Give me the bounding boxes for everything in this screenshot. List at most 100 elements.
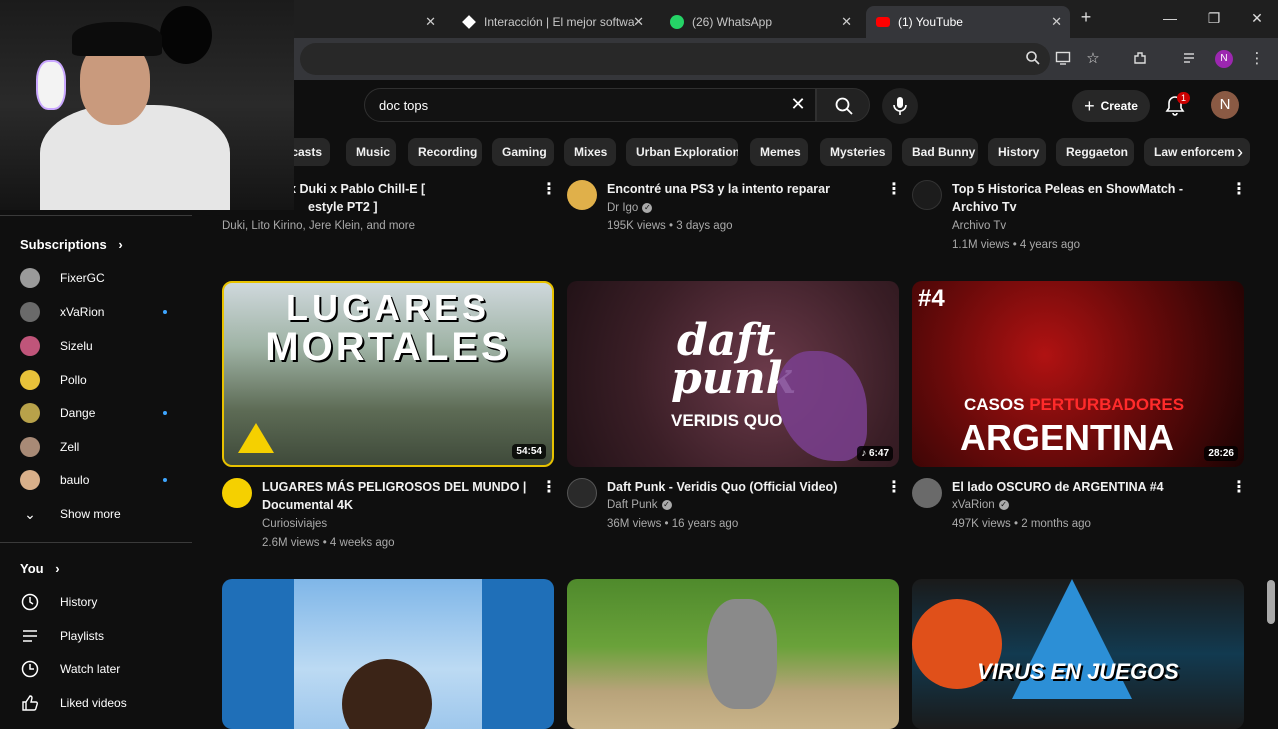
account-avatar[interactable]: N: [1211, 91, 1239, 119]
channel-avatar[interactable]: [222, 478, 252, 508]
chip-mysteries[interactable]: Mysteries: [820, 138, 892, 166]
close-tab-icon[interactable]: ✕: [1051, 14, 1062, 30]
sidebar-item-fixergc[interactable]: FixerGC: [0, 262, 192, 294]
more-options-icon[interactable]: ⋮: [541, 181, 557, 199]
thumbnail-text: VERIDIS QUO: [671, 411, 783, 430]
headphones-icon: [36, 60, 66, 110]
subscriptions-heading[interactable]: Subscriptions ›: [20, 237, 123, 252]
video-stats: 36M views • 16 years ago: [607, 518, 739, 530]
channel-avatar[interactable]: [912, 478, 942, 508]
you-heading[interactable]: You ›: [20, 561, 60, 576]
video-channel[interactable]: Duki, Lito Kirino, Jere Klein, and more: [222, 220, 415, 232]
channel-avatar[interactable]: [567, 478, 597, 508]
chip-urban-exploration[interactable]: Urban Exploration: [626, 138, 738, 166]
video-channel[interactable]: Daft Punk ✓: [607, 499, 672, 511]
search-input[interactable]: doc tops ✕: [364, 88, 816, 122]
video-thumbnail[interactable]: daft punk VERIDIS QUO ♪ 6:47: [567, 281, 899, 467]
browser-tab[interactable]: ✕: [294, 6, 444, 38]
more-options-icon[interactable]: ⋮: [541, 479, 557, 497]
video-title[interactable]: El lado OSCURO de ARGENTINA #4: [952, 478, 1222, 496]
video-channel[interactable]: xVaRion ✓: [952, 499, 1009, 511]
chevron-right-icon[interactable]: ›: [1228, 140, 1252, 164]
sidebar-item-sizelu[interactable]: Sizelu: [0, 330, 192, 362]
zoom-icon[interactable]: [1024, 50, 1042, 68]
chip-music[interactable]: Music: [346, 138, 396, 166]
video-title[interactable]: Encontré una PS3 y la intento reparar: [607, 180, 877, 198]
chip-recording[interactable]: Recording: [408, 138, 482, 166]
close-window-icon[interactable]: ✕: [1247, 10, 1267, 28]
tab-title: (1) YouTube: [898, 15, 963, 29]
avatar: [20, 470, 40, 490]
video-title-line: rino x Duki x Pablo Chill-E [: [262, 182, 426, 196]
sidebar-item-pollo[interactable]: Pollo: [0, 364, 192, 396]
more-options-icon[interactable]: ⋮: [1231, 181, 1247, 199]
sidebar-item-history[interactable]: History: [0, 586, 192, 618]
thumbnail-text: CASOS: [964, 395, 1025, 414]
chip-mixes[interactable]: Mixes: [564, 138, 616, 166]
sidebar-item-label: Playlists: [60, 629, 105, 643]
search-button[interactable]: [816, 88, 870, 122]
sidebar-item-playlists[interactable]: Playlists: [0, 620, 192, 652]
sidebar-item-watch-later[interactable]: Watch later: [0, 653, 192, 685]
more-options-icon[interactable]: ⋮: [886, 479, 902, 497]
browser-tab[interactable]: (26) WhatsApp ✕: [660, 6, 860, 38]
new-tab-button[interactable]: +: [1076, 7, 1096, 27]
chip-bad-bunny[interactable]: Bad Bunny: [902, 138, 978, 166]
video-channel[interactable]: Archivo Tv: [952, 220, 1006, 232]
more-options-icon[interactable]: ⋮: [886, 181, 902, 199]
close-tab-icon[interactable]: ✕: [425, 14, 436, 30]
create-button[interactable]: + Create: [1072, 90, 1150, 122]
video-title[interactable]: LUGARES MÁS PELIGROSOS DEL MUNDO | Docum…: [262, 478, 532, 514]
verified-check-icon: ✓: [661, 499, 672, 510]
restore-icon[interactable]: ❐: [1204, 10, 1224, 28]
browser-tab-active[interactable]: (1) YouTube ✕: [866, 6, 1070, 38]
browser-profile-avatar[interactable]: N: [1215, 50, 1233, 68]
sidebar-item-label: Watch later: [60, 662, 121, 676]
video-title[interactable]: rino x Duki x Pablo Chill-E [ estyle PT2…: [262, 180, 532, 216]
browser-tab[interactable]: Interacción | El mejor softwa ✕: [452, 6, 652, 38]
close-tab-icon[interactable]: ✕: [633, 14, 644, 30]
more-options-icon[interactable]: ⋮: [1231, 479, 1247, 497]
chip-gaming[interactable]: Gaming: [492, 138, 554, 166]
video-thumbnail[interactable]: VIRUS EN JUEGOS: [912, 579, 1244, 729]
thumbnail-text: VIRUS EN JUEGOS: [977, 659, 1179, 684]
sidebar-item-baulo[interactable]: baulo: [0, 464, 192, 496]
sidebar-item-liked-videos[interactable]: Liked videos: [0, 687, 192, 719]
tab-title: (26) WhatsApp: [692, 15, 773, 29]
channel-avatar[interactable]: [567, 180, 597, 210]
video-thumbnail[interactable]: [222, 579, 554, 729]
sidebar-item-xvarion[interactable]: xVaRion: [0, 296, 192, 328]
close-tab-icon[interactable]: ✕: [841, 14, 852, 30]
sidebar-item-dange[interactable]: Dange: [0, 397, 192, 429]
media-controls-icon[interactable]: [1181, 50, 1199, 68]
chip-history[interactable]: History: [988, 138, 1046, 166]
video-channel[interactable]: Dr Igo ✓: [607, 202, 653, 214]
minimize-icon[interactable]: —: [1160, 10, 1180, 28]
install-app-icon[interactable]: [1054, 50, 1072, 68]
playlists-icon: [20, 626, 40, 646]
video-title[interactable]: Daft Punk - Veridis Quo (Official Video): [607, 478, 877, 496]
browser-menu-icon[interactable]: ⋮: [1248, 50, 1266, 68]
search-query-text: doc tops: [379, 98, 429, 113]
show-more-button[interactable]: ⌄ Show more: [0, 498, 192, 530]
bookmark-star-icon[interactable]: ☆: [1084, 50, 1102, 68]
video-title[interactable]: Top 5 Historica Peleas en ShowMatch - Ar…: [952, 180, 1222, 216]
thumbnail-text: #4: [918, 285, 945, 312]
video-thumbnail[interactable]: [567, 579, 899, 729]
voice-search-button[interactable]: [882, 88, 918, 124]
history-icon: [20, 592, 40, 612]
video-thumbnail[interactable]: LUGARES MORTALES 54:54: [222, 281, 554, 467]
sidebar-item-zell[interactable]: Zell: [0, 431, 192, 463]
chip-memes[interactable]: Memes: [750, 138, 808, 166]
page-scrollbar[interactable]: [1267, 580, 1275, 624]
video-thumbnail[interactable]: #4 CASOS PERTURBADORES ARGENTINA 28:26: [912, 281, 1244, 467]
interaccion-favicon-icon: [462, 15, 476, 29]
video-channel[interactable]: Curiosiviajes: [262, 518, 327, 530]
chip-reggaeton[interactable]: Reggaeton: [1056, 138, 1134, 166]
extensions-icon[interactable]: [1131, 50, 1149, 68]
clear-search-icon[interactable]: ✕: [787, 94, 809, 115]
channel-avatar[interactable]: [912, 180, 942, 210]
show-more-label: Show more: [60, 507, 121, 521]
address-bar[interactable]: [300, 43, 1050, 75]
avatar: [20, 302, 40, 322]
